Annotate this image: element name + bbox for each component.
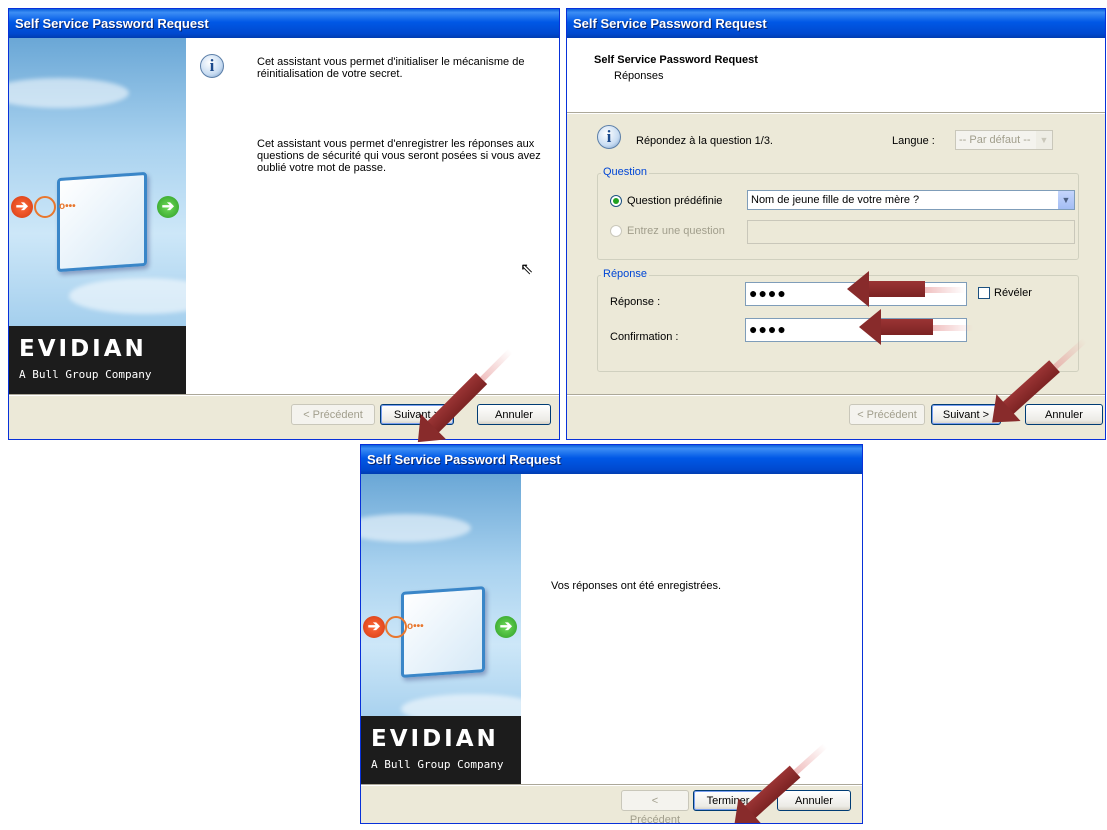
monitor-illustration [57, 171, 147, 273]
cancel-button[interactable]: Annuler [477, 404, 551, 425]
previous-button[interactable]: < Précédent [291, 404, 375, 425]
evidian-logo: EVIDIAN A Bull Group Company [9, 326, 186, 394]
previous-button[interactable]: < Précédent [621, 790, 689, 823]
red-arrow-icon: ➔ [11, 196, 33, 218]
title-bar: Self Service Password Request [9, 9, 559, 38]
reveal-label: Révéler [994, 287, 1032, 299]
intro-paragraph-1: Cet assistant vous permet d'initialiser … [257, 56, 525, 80]
cancel-button[interactable]: Annuler [777, 790, 851, 811]
chevron-down-icon: ▼ [1036, 131, 1052, 149]
title-bar: Self Service Password Request [567, 9, 1105, 38]
answer-group-label: Réponse [601, 268, 650, 280]
wizard-content: i Cet assistant vous permet d'initialise… [186, 38, 559, 394]
wizard-header: Self Service Password Request Réponses [567, 38, 1105, 112]
completion-message: Vos réponses ont été enregistrées. [551, 580, 721, 592]
window-title: Self Service Password Request [573, 16, 767, 31]
highlight-arrow-icon [859, 309, 973, 345]
confirm-label: Confirmation : [610, 331, 679, 343]
language-select[interactable]: -- Par défaut -- ▼ [955, 130, 1053, 150]
custom-question-input[interactable] [747, 220, 1075, 244]
window-title: Self Service Password Request [15, 16, 209, 31]
mouse-cursor-icon: ⇖ [520, 261, 534, 278]
answer-label: Réponse : [610, 296, 661, 308]
monitor-illustration [401, 586, 485, 678]
header-title: Self Service Password Request [594, 54, 758, 66]
wizard-window-done: Self Service Password Request ➔ o••• ➔ E… [360, 444, 863, 824]
window-title: Self Service Password Request [367, 452, 561, 467]
language-label: Langue : [892, 135, 935, 147]
instruction-text: Répondez à la question 1/3. [636, 135, 773, 147]
question-group-label: Question [601, 166, 650, 178]
intro-paragraph-2: Cet assistant vous permet d'enregistrer … [257, 138, 541, 174]
predefined-question-select[interactable]: Nom de jeune fille de votre mère ? ▼ [747, 190, 1075, 210]
cancel-button[interactable]: Annuler [1025, 404, 1103, 425]
red-arrow-icon: ➔ [363, 616, 385, 638]
green-arrow-icon: ➔ [495, 616, 517, 638]
wizard-side-banner: ➔ o••• ➔ EVIDIAN A Bull Group Company [361, 474, 521, 784]
title-bar: Self Service Password Request [361, 445, 862, 474]
highlight-arrow-icon [847, 271, 965, 307]
custom-question-radio[interactable] [610, 225, 622, 237]
custom-question-label: Entrez une question [627, 225, 725, 237]
previous-button[interactable]: < Précédent [849, 404, 925, 425]
header-subtitle: Réponses [614, 70, 664, 82]
wizard-window-answers: Self Service Password Request Self Servi… [566, 8, 1106, 440]
chevron-down-icon: ▼ [1058, 191, 1074, 209]
predefined-question-label: Question prédéfinie [627, 195, 723, 207]
green-arrow-icon: ➔ [157, 196, 179, 218]
evidian-logo: EVIDIAN A Bull Group Company [361, 716, 521, 784]
wizard-side-banner: ➔ o••• ➔ EVIDIAN A Bull Group Company [9, 38, 186, 394]
wizard-content: Vos réponses ont été enregistrées. [521, 474, 862, 784]
reveal-checkbox[interactable] [978, 287, 990, 299]
info-icon: i [597, 125, 621, 149]
question-group [597, 173, 1079, 260]
info-icon: i [200, 54, 224, 78]
predefined-question-radio[interactable] [610, 195, 622, 207]
